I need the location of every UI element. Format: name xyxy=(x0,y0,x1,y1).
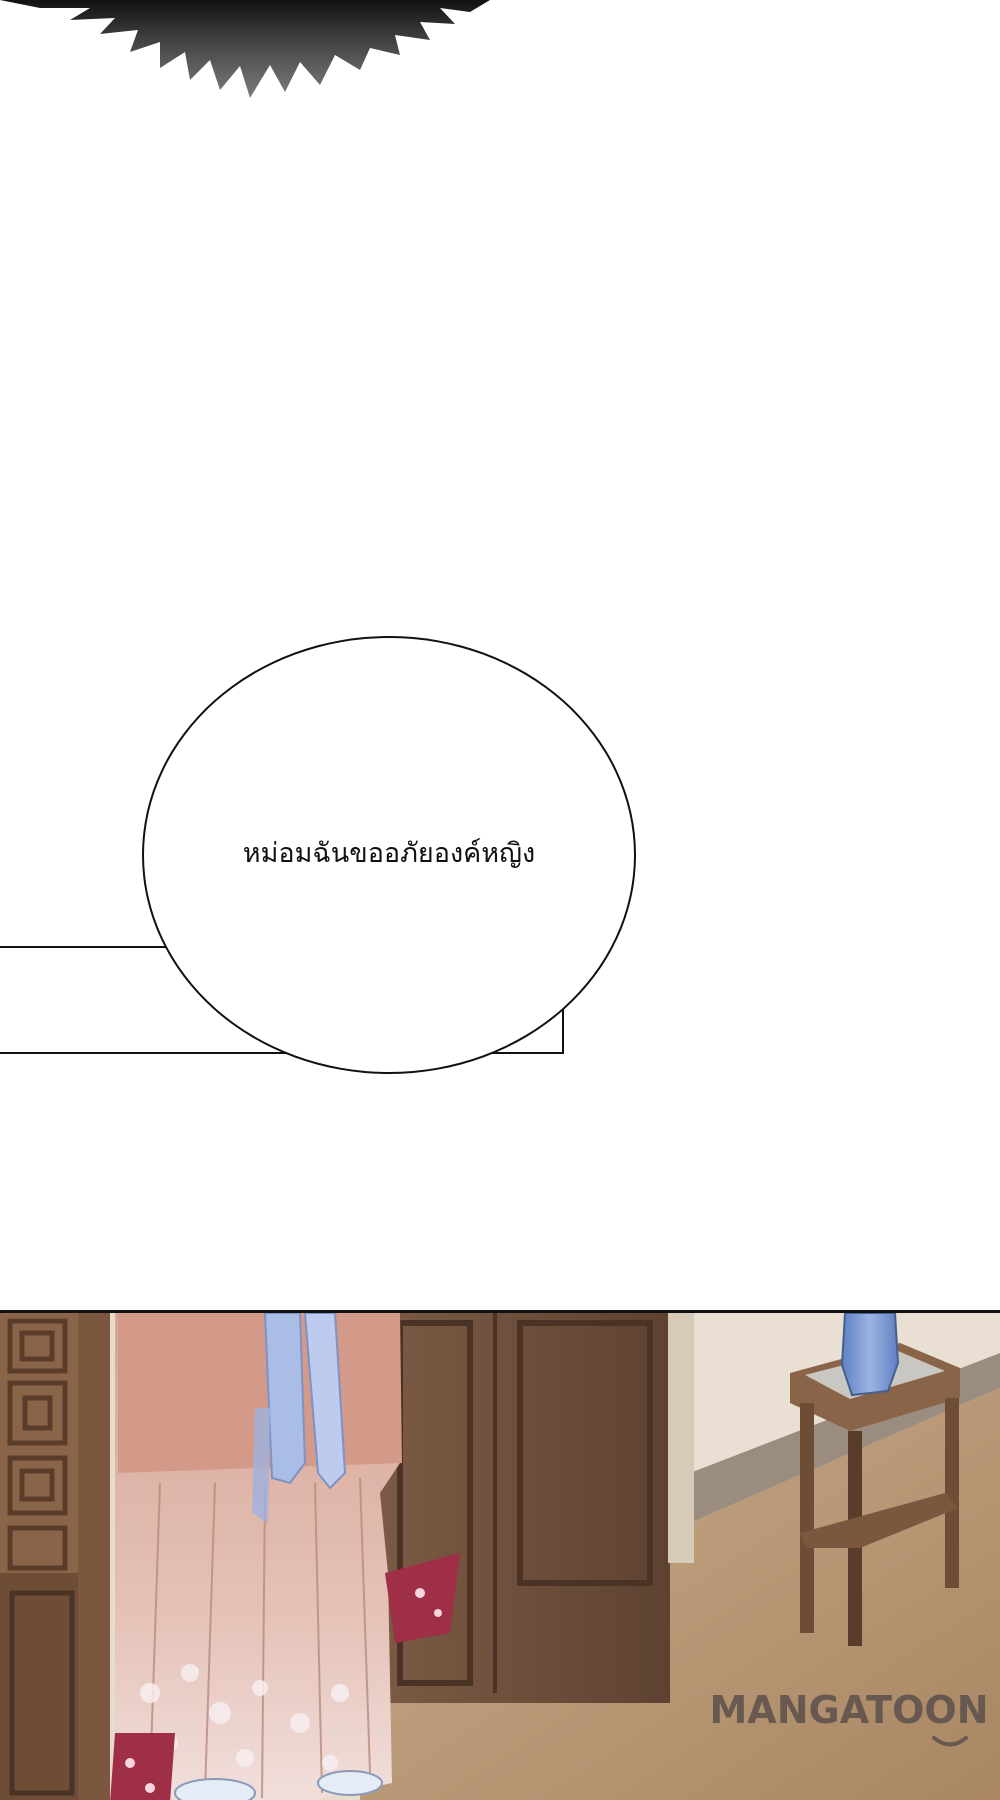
watermark-logo: MANGATOON xyxy=(709,1688,989,1732)
comic-page: หม่อมฉันขออภัยองค์หญิง MANGATOON xyxy=(0,0,1000,1800)
hair-spikes-art xyxy=(0,0,490,98)
watermark-smile-icon xyxy=(932,1736,968,1747)
speech-bubble: หม่อมฉันขออภัยองค์หญิง xyxy=(142,636,636,1074)
speech-text: หม่อมฉันขออภัยองค์หญิง xyxy=(242,837,536,869)
